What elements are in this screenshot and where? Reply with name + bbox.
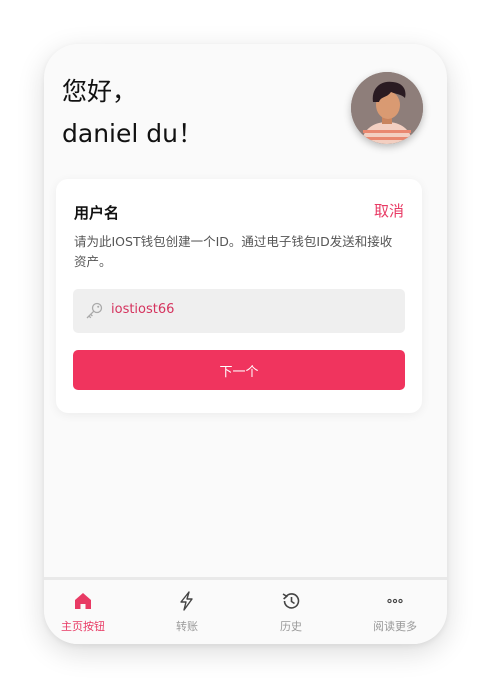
home-icon (75, 593, 91, 609)
card-title: 用户名 (74, 204, 120, 222)
username-input[interactable]: iostiost66 (73, 289, 405, 333)
history-icon (282, 593, 300, 609)
more-icon (387, 598, 403, 604)
lightning-icon (180, 591, 193, 611)
greeting-username: daniel du！ (62, 119, 203, 148)
tab-home[interactable]: 主页按钮 (44, 580, 133, 644)
tab-read-more-label: 阅读更多 (373, 620, 417, 633)
tab-history-label: 历史 (280, 620, 302, 633)
app-screen: 您好， daniel du！ 用户名 取消 请为此IOST钱包创建一个ID。通过… (44, 44, 447, 644)
tab-read-more[interactable]: 阅读更多 (345, 580, 445, 644)
next-button[interactable]: 下一个 (73, 350, 405, 390)
tab-transfer[interactable]: 转账 (137, 580, 237, 644)
bottom-tab-bar: 主页按钮 转账 历史 阅读更多 (44, 577, 447, 644)
key-icon (86, 302, 103, 319)
username-card: 用户名 取消 请为此IOST钱包创建一个ID。通过电子钱包ID发送和接收资产。 … (56, 179, 422, 413)
avatar-illustration (351, 72, 423, 144)
tab-home-label: 主页按钮 (61, 620, 105, 633)
avatar[interactable] (351, 72, 423, 144)
card-description: 请为此IOST钱包创建一个ID。通过电子钱包ID发送和接收资产。 (74, 234, 393, 269)
tab-transfer-label: 转账 (176, 620, 198, 633)
username-input-value: iostiost66 (111, 302, 175, 317)
cancel-button[interactable]: 取消 (374, 200, 404, 221)
greeting-hello: 您好， (62, 77, 138, 106)
tab-history[interactable]: 历史 (241, 580, 341, 644)
